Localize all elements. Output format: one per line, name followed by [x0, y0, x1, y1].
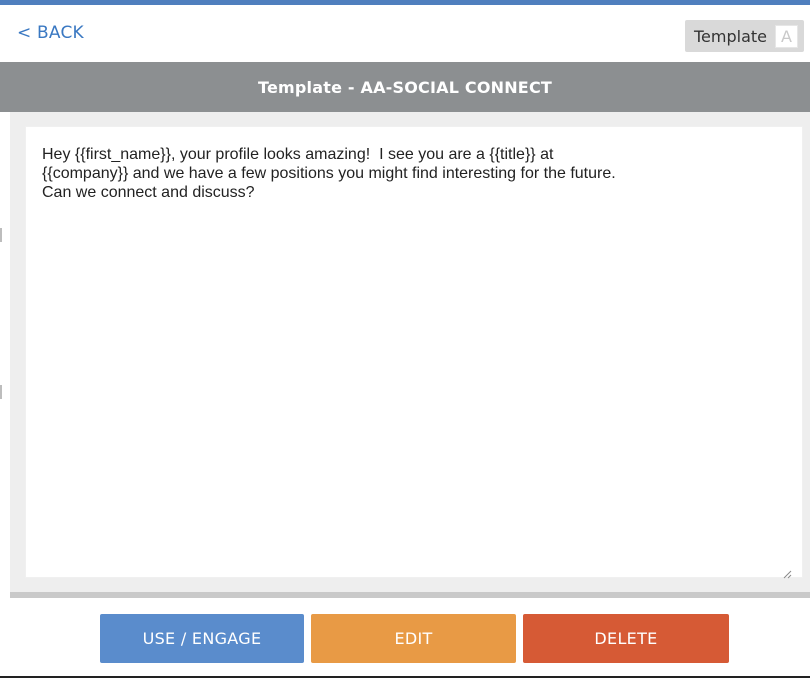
use-engage-button[interactable]: USE / ENGAGE: [100, 614, 304, 663]
back-button[interactable]: < BACK: [17, 23, 84, 43]
left-edge-mark: [0, 228, 2, 242]
template-message-textarea[interactable]: Hey {{first_name}}, your profile looks a…: [25, 126, 803, 578]
resize-grip-icon[interactable]: [782, 564, 792, 579]
content-area: Hey {{first_name}}, your profile looks a…: [10, 112, 810, 592]
title-bar: Template - AA-SOCIAL CONNECT: [0, 62, 810, 112]
template-badge[interactable]: Template A: [684, 20, 804, 52]
left-edge-mark: [0, 385, 2, 399]
template-badge-letter: A: [775, 24, 798, 48]
edit-button[interactable]: EDIT: [311, 614, 516, 663]
delete-button[interactable]: DELETE: [523, 614, 729, 663]
top-bar: < BACK Template A: [0, 5, 810, 62]
action-footer: USE / ENGAGE EDIT DELETE: [0, 598, 810, 678]
template-view: < BACK Template A Template - AA-SOCIAL C…: [0, 0, 810, 678]
page-title: Template - AA-SOCIAL CONNECT: [257, 77, 552, 97]
template-badge-label: Template: [693, 26, 767, 46]
